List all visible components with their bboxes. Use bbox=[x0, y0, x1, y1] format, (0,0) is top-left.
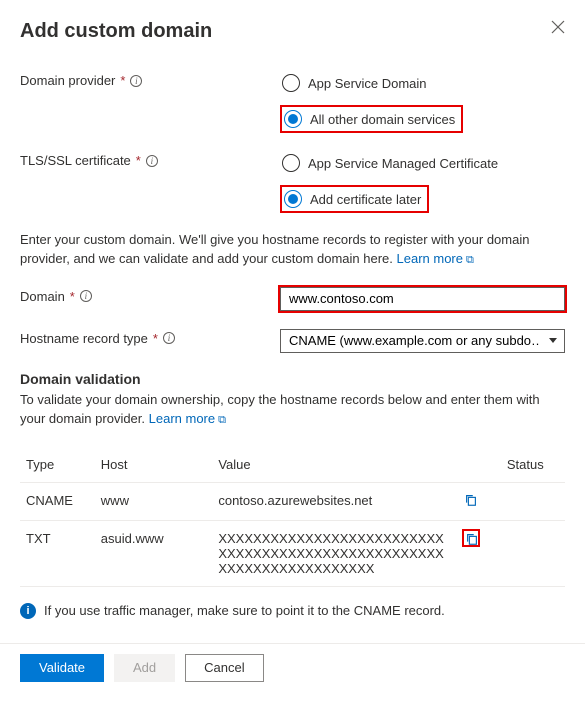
th-status: Status bbox=[501, 447, 565, 483]
th-type: Type bbox=[20, 447, 95, 483]
info-icon[interactable]: i bbox=[80, 290, 92, 302]
domain-label: Domain bbox=[20, 289, 65, 304]
cell-type: CNAME bbox=[20, 482, 95, 520]
copy-icon[interactable] bbox=[464, 531, 478, 545]
radio-icon bbox=[284, 110, 302, 128]
cancel-button[interactable]: Cancel bbox=[185, 654, 263, 682]
validation-helper: To validate your domain ownership, copy … bbox=[20, 391, 565, 429]
hostname-records-table: Type Host Value Status CNAME www contoso… bbox=[20, 447, 565, 587]
radio-managed-cert[interactable]: App Service Managed Certificate bbox=[280, 151, 565, 175]
cell-host: asuid.www bbox=[95, 520, 213, 586]
external-link-icon: ⧉ bbox=[466, 253, 474, 269]
required-marker: * bbox=[70, 289, 75, 304]
cell-status bbox=[501, 520, 565, 586]
required-marker: * bbox=[153, 331, 158, 346]
domain-input[interactable] bbox=[280, 287, 565, 311]
radio-icon bbox=[284, 190, 302, 208]
traffic-manager-note: If you use traffic manager, make sure to… bbox=[44, 603, 445, 618]
cell-value: XXXXXXXXXXXXXXXXXXXXXXXXXXXXXXXXXXXXXXXX… bbox=[212, 520, 458, 586]
radio-label: All other domain services bbox=[310, 112, 455, 127]
page-title: Add custom domain bbox=[20, 20, 212, 43]
info-icon[interactable]: i bbox=[146, 155, 158, 167]
helper-text: Enter your custom domain. We'll give you… bbox=[20, 231, 565, 269]
radio-label: Add certificate later bbox=[310, 192, 421, 207]
validate-button[interactable]: Validate bbox=[20, 654, 104, 682]
learn-more-link[interactable]: Learn more⧉ bbox=[149, 411, 226, 426]
validation-body: To validate your domain ownership, copy … bbox=[20, 392, 540, 426]
info-icon[interactable]: i bbox=[163, 332, 175, 344]
info-icon: i bbox=[20, 603, 36, 619]
radio-icon bbox=[282, 74, 300, 92]
th-value: Value bbox=[212, 447, 458, 483]
domain-validation-heading: Domain validation bbox=[20, 371, 565, 387]
required-marker: * bbox=[136, 153, 141, 168]
external-link-icon: ⧉ bbox=[218, 413, 226, 429]
tls-label: TLS/SSL certificate bbox=[20, 153, 131, 168]
domain-provider-label: Domain provider bbox=[20, 73, 115, 88]
radio-label: App Service Domain bbox=[308, 76, 427, 91]
required-marker: * bbox=[120, 73, 125, 88]
add-button: Add bbox=[114, 654, 175, 682]
copy-icon[interactable] bbox=[464, 493, 478, 507]
radio-icon bbox=[282, 154, 300, 172]
hostname-type-label: Hostname record type bbox=[20, 331, 148, 346]
cell-value: contoso.azurewebsites.net bbox=[212, 482, 458, 520]
info-icon[interactable]: i bbox=[130, 75, 142, 87]
radio-app-service-domain[interactable]: App Service Domain bbox=[280, 71, 565, 95]
radio-label: App Service Managed Certificate bbox=[308, 156, 498, 171]
cell-type: TXT bbox=[20, 520, 95, 586]
radio-all-other-domain[interactable]: All other domain services bbox=[282, 107, 461, 131]
table-row: TXT asuid.www XXXXXXXXXXXXXXXXXXXXXXXXXX… bbox=[20, 520, 565, 586]
close-icon[interactable] bbox=[551, 20, 565, 34]
cell-status bbox=[501, 482, 565, 520]
th-host: Host bbox=[95, 447, 213, 483]
table-row: CNAME www contoso.azurewebsites.net bbox=[20, 482, 565, 520]
cell-host: www bbox=[95, 482, 213, 520]
learn-more-link[interactable]: Learn more⧉ bbox=[397, 251, 474, 266]
hostname-type-select[interactable]: CNAME (www.example.com or any subdo… bbox=[280, 329, 565, 353]
radio-add-cert-later[interactable]: Add certificate later bbox=[282, 187, 427, 211]
